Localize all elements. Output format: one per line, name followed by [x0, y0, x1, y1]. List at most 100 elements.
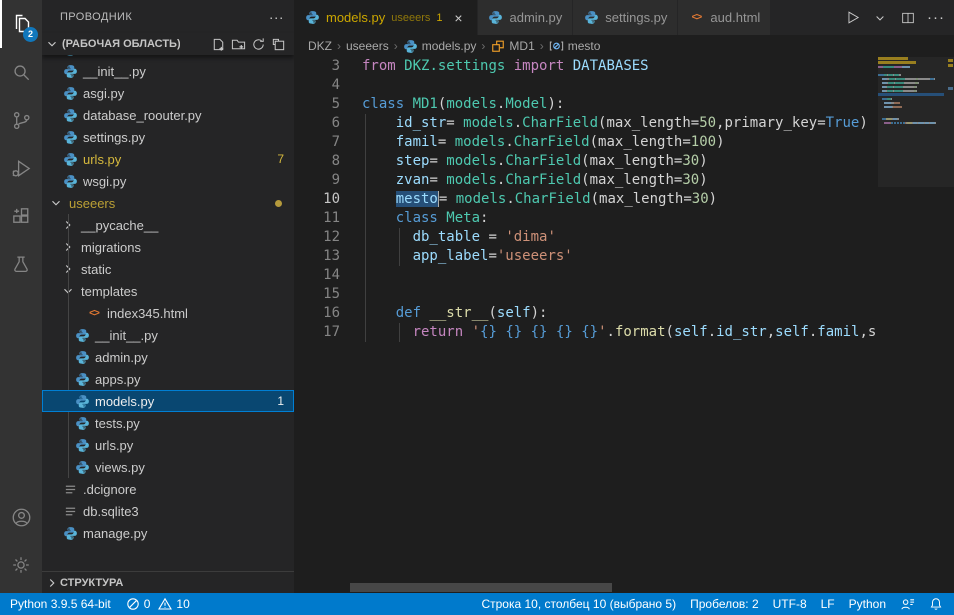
status-feedback[interactable] — [893, 593, 922, 615]
outline-section-header[interactable]: СТРУКТУРА — [42, 571, 294, 593]
close-icon[interactable]: × — [451, 10, 467, 26]
tab-aud.html[interactable]: <>aud.html — [678, 0, 771, 35]
activitybar-search[interactable] — [0, 48, 42, 96]
minimap[interactable] — [878, 57, 944, 125]
status-cursor-position[interactable]: Строка 10, столбец 10 (выбрано 5) — [474, 593, 683, 615]
horizontal-scrollbar[interactable] — [350, 583, 612, 592]
tree-item-urls.py[interactable]: urls.py — [42, 434, 294, 456]
file-tree: indexelement__init__.pyasgi.pydatabase_r… — [42, 55, 294, 571]
minimap-token — [903, 86, 914, 88]
code-line-3[interactable]: from DKZ.settings import DATABASES — [362, 57, 878, 76]
python-file-icon — [62, 107, 78, 123]
code-token: = — [429, 172, 446, 188]
code-token: MD1 — [413, 96, 438, 112]
tree-item-__pycache__[interactable]: __pycache__ — [42, 214, 294, 236]
code-line-11[interactable]: class Meta: — [362, 209, 878, 228]
code-line-9[interactable]: zvan= models.CharField(max_length=30) — [362, 171, 878, 190]
tree-item-migrations[interactable]: migrations — [42, 236, 294, 258]
workspace-section-header[interactable]: (РАБОЧАЯ ОБЛАСТЬ) ... — [42, 33, 294, 55]
breadcrumb-item-models.py[interactable]: models.py — [403, 38, 477, 54]
tab-admin.py[interactable]: admin.py — [478, 0, 574, 35]
code-line-5[interactable]: class MD1(models.Model): — [362, 95, 878, 114]
code-token: id_str — [716, 324, 767, 340]
run-dropdown-icon[interactable] — [868, 6, 892, 30]
breadcrumb-item-DKZ[interactable]: DKZ — [308, 39, 332, 53]
tab-label: admin.py — [510, 10, 563, 25]
tree-item-label: migrations — [81, 240, 141, 255]
activitybar-extensions[interactable] — [0, 192, 42, 240]
tree-item-index345.html[interactable]: <>index345.html — [42, 302, 294, 324]
new-file-icon[interactable] — [208, 34, 228, 54]
status-eol[interactable]: LF — [814, 593, 842, 615]
status-encoding[interactable]: UTF-8 — [766, 593, 814, 615]
run-python-file-icon[interactable] — [840, 6, 864, 30]
tree-item-tests.py[interactable]: tests.py — [42, 412, 294, 434]
activitybar-run-and-debug[interactable] — [0, 144, 42, 192]
code-token: CharField — [522, 115, 598, 131]
python-file-icon — [583, 10, 599, 26]
overview-ruler — [946, 57, 954, 593]
tree-item-models.py[interactable]: models.py1 — [42, 390, 294, 412]
status-language-mode[interactable]: Python — [842, 593, 893, 615]
activitybar-testing[interactable] — [0, 240, 42, 288]
tab-models.py[interactable]: models.pyuseeers1× — [294, 0, 478, 35]
breadcrumb: DKZ›useeers›models.py›MD1›mesto — [294, 35, 954, 57]
breadcrumb-item-useeers[interactable]: useeers — [346, 39, 389, 53]
activitybar-explorer[interactable]: 2 — [0, 0, 42, 48]
code-line-6[interactable]: id_str= models.CharField(max_length=50,p… — [362, 114, 878, 133]
python-file-icon — [74, 459, 90, 475]
tree-item-__init__.py[interactable]: __init__.py — [42, 324, 294, 346]
python-file-icon — [62, 55, 78, 57]
code-line-14[interactable] — [362, 266, 878, 285]
tree-item-useeers[interactable]: useeers — [42, 192, 294, 214]
explorer-more-actions[interactable]: ··· — [269, 9, 284, 25]
tree-item-admin.py[interactable]: admin.py — [42, 346, 294, 368]
vscode-window: 2 ПРОВОДНИК ··· (РАБОЧАЯ ОБЛАСТЬ) ... in… — [0, 0, 954, 615]
problems-status[interactable]: 0 10 — [118, 593, 197, 615]
breadcrumb-item-MD1[interactable]: MD1 — [490, 38, 534, 54]
tree-item-settings.py[interactable]: settings.py — [42, 126, 294, 148]
activitybar-account[interactable] — [0, 493, 42, 541]
refresh-icon[interactable] — [248, 34, 268, 54]
collapse-all-icon[interactable] — [268, 34, 288, 54]
code-editor[interactable]: 34567891011121314151617 from DKZ.setting… — [294, 57, 954, 593]
problems-badge: 1 — [277, 394, 284, 408]
tree-item-db.sqlite3[interactable]: db.sqlite3 — [42, 500, 294, 522]
code-line-13[interactable]: app_label='useeers' — [362, 247, 878, 266]
tree-item-templates[interactable]: templates — [42, 280, 294, 302]
tree-item-asgi.py[interactable]: asgi.py — [42, 82, 294, 104]
tree-indent-guide — [68, 302, 69, 324]
split-editor-icon[interactable] — [896, 6, 920, 30]
tree-item-manage.py[interactable]: manage.py — [42, 522, 294, 544]
code-token: self — [674, 324, 708, 340]
tree-item-database_roouter.py[interactable]: database_roouter.py — [42, 104, 294, 126]
more-actions-icon[interactable]: ··· — [924, 6, 948, 30]
code-line-10[interactable]: mesto= models.CharField(max_length=30) — [362, 190, 878, 209]
activitybar-settings[interactable] — [0, 541, 42, 589]
code-line-17[interactable]: return '{} {} {} {} {}'.format(self.id_s… — [362, 323, 878, 342]
tree-item-wsgi.py[interactable]: wsgi.py — [42, 170, 294, 192]
new-folder-icon[interactable] — [228, 34, 248, 54]
code-token: . — [505, 134, 513, 150]
code-line-8[interactable]: step= models.CharField(max_length=30) — [362, 152, 878, 171]
python-interpreter-status[interactable]: Python 3.9.5 64-bit — [0, 593, 118, 615]
tree-item-static[interactable]: static — [42, 258, 294, 280]
breadcrumb-item-mesto[interactable]: mesto — [549, 38, 601, 54]
tree-item-views.py[interactable]: views.py — [42, 456, 294, 478]
activitybar-source-control[interactable] — [0, 96, 42, 144]
code-line-7[interactable]: famil= models.CharField(max_length=100) — [362, 133, 878, 152]
status-notifications[interactable] — [922, 593, 950, 615]
tree-item-apps.py[interactable]: apps.py — [42, 368, 294, 390]
code-line-16[interactable]: def __str__(self): — [362, 304, 878, 323]
python-file-icon — [62, 525, 78, 541]
status-indentation[interactable]: Пробелов: 2 — [683, 593, 766, 615]
tree-item-label: __init__.py — [83, 64, 146, 79]
code-token: famil — [817, 324, 859, 340]
tree-item-__init__.py[interactable]: __init__.py — [42, 60, 294, 82]
tab-settings.py[interactable]: settings.py — [573, 0, 678, 35]
tree-item-.dcignore[interactable]: .dcignore — [42, 478, 294, 500]
code-line-12[interactable]: db_table = 'dima' — [362, 228, 878, 247]
code-line-4[interactable] — [362, 76, 878, 95]
tree-item-urls.py[interactable]: urls.py7 — [42, 148, 294, 170]
code-line-15[interactable] — [362, 285, 878, 304]
